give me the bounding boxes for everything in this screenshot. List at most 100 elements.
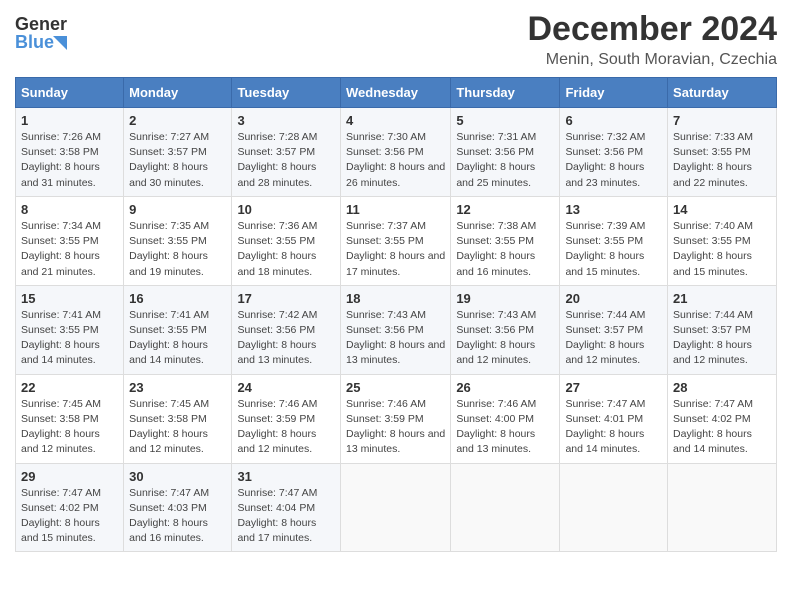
day-info: Sunrise: 7:45 AMSunset: 3:58 PMDaylight:… xyxy=(129,397,226,458)
calendar-cell: 25 Sunrise: 7:46 AMSunset: 3:59 PMDayligh… xyxy=(340,374,450,463)
day-number: 5 xyxy=(456,113,554,128)
calendar-cell: 24 Sunrise: 7:46 AMSunset: 3:59 PMDayligh… xyxy=(232,374,341,463)
day-number: 29 xyxy=(21,469,118,484)
day-info: Sunrise: 7:34 AMSunset: 3:55 PMDaylight:… xyxy=(21,219,118,280)
day-number: 7 xyxy=(673,113,771,128)
calendar-cell: 23 Sunrise: 7:45 AMSunset: 3:58 PMDayligh… xyxy=(124,374,232,463)
day-number: 1 xyxy=(21,113,118,128)
day-number: 2 xyxy=(129,113,226,128)
svg-text:General: General xyxy=(15,14,67,34)
day-info: Sunrise: 7:35 AMSunset: 3:55 PMDaylight:… xyxy=(129,219,226,280)
calendar-cell: 2 Sunrise: 7:27 AMSunset: 3:57 PMDaylight… xyxy=(124,108,232,197)
calendar-body: 1 Sunrise: 7:26 AMSunset: 3:58 PMDaylight… xyxy=(16,108,777,552)
day-number: 23 xyxy=(129,380,226,395)
day-info: Sunrise: 7:47 AMSunset: 4:02 PMDaylight:… xyxy=(21,486,118,547)
title-area: December 2024 Menin, South Moravian, Cze… xyxy=(527,10,777,69)
day-number: 17 xyxy=(237,291,335,306)
day-info: Sunrise: 7:39 AMSunset: 3:55 PMDaylight:… xyxy=(565,219,662,280)
day-number: 22 xyxy=(21,380,118,395)
day-info: Sunrise: 7:42 AMSunset: 3:56 PMDaylight:… xyxy=(237,308,335,369)
calendar-cell: 8Sunrise: 7:34 AMSunset: 3:55 PMDaylight… xyxy=(16,196,124,285)
calendar-cell: 19Sunrise: 7:43 AMSunset: 3:56 PMDayligh… xyxy=(451,285,560,374)
calendar-cell: 7Sunrise: 7:33 AMSunset: 3:55 PMDaylight… xyxy=(668,108,777,197)
day-number: 9 xyxy=(129,202,226,217)
day-info: Sunrise: 7:46 AMSunset: 4:00 PMDaylight:… xyxy=(456,397,554,458)
day-info: Sunrise: 7:31 AMSunset: 3:56 PMDaylight:… xyxy=(456,130,554,191)
day-info: Sunrise: 7:41 AMSunset: 3:55 PMDaylight:… xyxy=(21,308,118,369)
calendar-cell: 22Sunrise: 7:45 AMSunset: 3:58 PMDayligh… xyxy=(16,374,124,463)
day-number: 15 xyxy=(21,291,118,306)
day-number: 16 xyxy=(129,291,226,306)
calendar-cell xyxy=(560,463,668,552)
logo-icon: General Blue xyxy=(15,10,67,54)
calendar-cell: 3Sunrise: 7:28 AMSunset: 3:57 PMDaylight… xyxy=(232,108,341,197)
logo: General Blue xyxy=(15,10,67,54)
calendar-table: SundayMondayTuesdayWednesdayThursdayFrid… xyxy=(15,77,777,552)
calendar-cell: 11 Sunrise: 7:37 AMSunset: 3:55 PMDayligh… xyxy=(340,196,450,285)
day-number: 11 xyxy=(346,202,445,217)
day-info: Sunrise: 7:43 AMSunset: 3:56 PMDaylight:… xyxy=(346,308,445,369)
calendar-cell: 21Sunrise: 7:44 AMSunset: 3:57 PMDayligh… xyxy=(668,285,777,374)
weekday-header-thursday: Thursday xyxy=(451,78,560,108)
page-header: General Blue December 2024 Menin, South … xyxy=(15,10,777,69)
day-info: Sunrise: 7:36 AMSunset: 3:55 PMDaylight:… xyxy=(237,219,335,280)
day-info: Sunrise: 7:44 AMSunset: 3:57 PMDaylight:… xyxy=(565,308,662,369)
day-info: Sunrise: 7:38 AMSunset: 3:55 PMDaylight:… xyxy=(456,219,554,280)
weekday-header-wednesday: Wednesday xyxy=(340,78,450,108)
calendar-cell: 17 Sunrise: 7:42 AMSunset: 3:56 PMDayligh… xyxy=(232,285,341,374)
day-number: 25 xyxy=(346,380,445,395)
weekday-header-monday: Monday xyxy=(124,78,232,108)
day-info: Sunrise: 7:46 AMSunset: 3:59 PMDaylight:… xyxy=(237,397,335,458)
day-info: Sunrise: 7:32 AMSunset: 3:56 PMDaylight:… xyxy=(565,130,662,191)
calendar-cell: 18 Sunrise: 7:43 AMSunset: 3:56 PMDayligh… xyxy=(340,285,450,374)
calendar-cell: 28Sunrise: 7:47 AMSunset: 4:02 PMDayligh… xyxy=(668,374,777,463)
page-title: December 2024 xyxy=(527,10,777,49)
day-number: 20 xyxy=(565,291,662,306)
day-number: 24 xyxy=(237,380,335,395)
calendar-week-3: 15 Sunrise: 7:41 AMSunset: 3:55 PMDayligh… xyxy=(16,285,777,374)
weekday-header-row: SundayMondayTuesdayWednesdayThursdayFrid… xyxy=(16,78,777,108)
day-info: Sunrise: 7:27 AMSunset: 3:57 PMDaylight:… xyxy=(129,130,226,191)
day-number: 21 xyxy=(673,291,771,306)
calendar-cell: 20 Sunrise: 7:44 AMSunset: 3:57 PMDayligh… xyxy=(560,285,668,374)
day-number: 4 xyxy=(346,113,445,128)
page-subtitle: Menin, South Moravian, Czechia xyxy=(527,51,777,69)
day-info: Sunrise: 7:43 AMSunset: 3:56 PMDaylight:… xyxy=(456,308,554,369)
calendar-cell xyxy=(451,463,560,552)
day-info: Sunrise: 7:47 AMSunset: 4:02 PMDaylight:… xyxy=(673,397,771,458)
calendar-cell: 4 Sunrise: 7:30 AMSunset: 3:56 PMDaylight… xyxy=(340,108,450,197)
calendar-cell: 9 Sunrise: 7:35 AMSunset: 3:55 PMDaylight… xyxy=(124,196,232,285)
calendar-cell xyxy=(668,463,777,552)
calendar-week-5: 29 Sunrise: 7:47 AMSunset: 4:02 PMDayligh… xyxy=(16,463,777,552)
calendar-cell: 1 Sunrise: 7:26 AMSunset: 3:58 PMDaylight… xyxy=(16,108,124,197)
day-number: 14 xyxy=(673,202,771,217)
day-number: 31 xyxy=(237,469,335,484)
calendar-cell: 15 Sunrise: 7:41 AMSunset: 3:55 PMDayligh… xyxy=(16,285,124,374)
calendar-cell: 5 Sunrise: 7:31 AMSunset: 3:56 PMDaylight… xyxy=(451,108,560,197)
day-number: 27 xyxy=(565,380,662,395)
svg-text:Blue: Blue xyxy=(15,32,54,52)
calendar-cell: 10Sunrise: 7:36 AMSunset: 3:55 PMDayligh… xyxy=(232,196,341,285)
day-info: Sunrise: 7:26 AMSunset: 3:58 PMDaylight:… xyxy=(21,130,118,191)
day-info: Sunrise: 7:37 AMSunset: 3:55 PMDaylight:… xyxy=(346,219,445,280)
weekday-header-sunday: Sunday xyxy=(16,78,124,108)
calendar-week-2: 8Sunrise: 7:34 AMSunset: 3:55 PMDaylight… xyxy=(16,196,777,285)
weekday-header-friday: Friday xyxy=(560,78,668,108)
day-number: 3 xyxy=(237,113,335,128)
calendar-week-4: 22 Sunrise: 7:45 AMSunset: 3:58 PMDayligh… xyxy=(16,374,777,463)
day-number: 18 xyxy=(346,291,445,306)
day-number: 13 xyxy=(565,202,662,217)
weekday-header-saturday: Saturday xyxy=(668,78,777,108)
calendar-cell: 31Sunrise: 7:47 AMSunset: 4:04 PMDayligh… xyxy=(232,463,341,552)
day-info: Sunrise: 7:30 AMSunset: 3:56 PMDaylight:… xyxy=(346,130,445,191)
calendar-cell: 13 Sunrise: 7:39 AMSunset: 3:55 PMDayligh… xyxy=(560,196,668,285)
calendar-cell: 6 Sunrise: 7:32 AMSunset: 3:56 PMDaylight… xyxy=(560,108,668,197)
calendar-cell: 14Sunrise: 7:40 AMSunset: 3:55 PMDayligh… xyxy=(668,196,777,285)
calendar-cell: 12Sunrise: 7:38 AMSunset: 3:55 PMDayligh… xyxy=(451,196,560,285)
day-number: 30 xyxy=(129,469,226,484)
calendar-cell xyxy=(340,463,450,552)
calendar-cell: 16Sunrise: 7:41 AMSunset: 3:55 PMDayligh… xyxy=(124,285,232,374)
day-info: Sunrise: 7:46 AMSunset: 3:59 PMDaylight:… xyxy=(346,397,445,458)
day-number: 6 xyxy=(565,113,662,128)
calendar-cell: 29 Sunrise: 7:47 AMSunset: 4:02 PMDayligh… xyxy=(16,463,124,552)
